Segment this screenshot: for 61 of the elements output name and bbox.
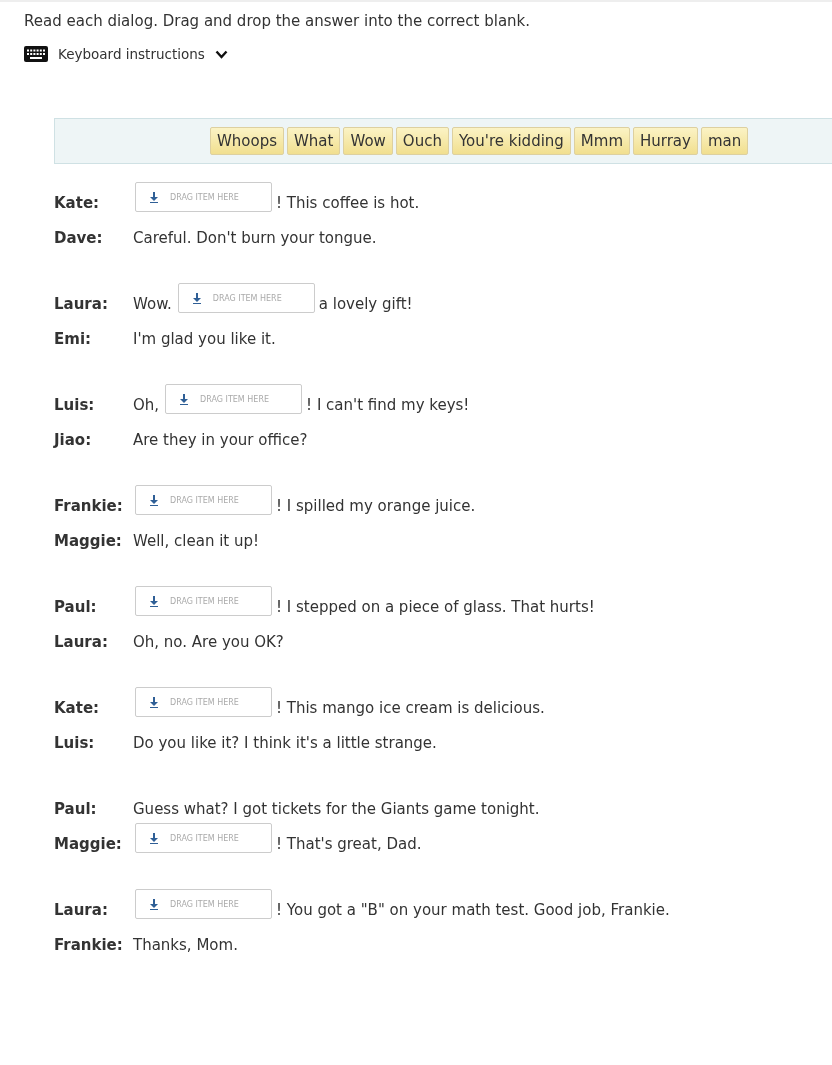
drop-zone-hint: DRAG ITEM HERE — [170, 833, 239, 843]
dialog-text: Oh, no. Are you OK? — [133, 632, 284, 653]
answer-chip[interactable]: man — [700, 127, 749, 155]
dialog-text: ! I can't find my keys! — [306, 395, 470, 416]
dialog-text: Thanks, Mom. — [133, 935, 238, 956]
dialog-text: Careful. Don't burn your tongue. — [133, 228, 377, 249]
dialog-text: Are they in your office? — [133, 430, 308, 451]
speaker-name: Kate: — [54, 698, 101, 719]
dialog-text: ! This mango ice cream is delicious. — [276, 698, 545, 719]
download-arrow-icon — [150, 898, 158, 910]
download-arrow-icon — [192, 292, 201, 304]
speaker-name: Frankie: — [54, 496, 124, 517]
dialog-text: ! I spilled my orange juice. — [276, 496, 476, 517]
answer-chip[interactable]: You're kidding — [451, 127, 571, 155]
speaker-name: Laura: — [54, 632, 109, 653]
dialog-text: ! You got a "B" on your math test. Good job, Frankie. — [276, 900, 670, 921]
dialog-text: ! I stepped on a piece of glass. That hurts! — [276, 597, 595, 618]
speaker-name: Luis: — [54, 395, 96, 416]
dialog-text: I'm glad you like it. — [133, 329, 276, 350]
answer-chip[interactable]: Hurray — [633, 127, 698, 155]
speaker-name: Maggie: — [54, 531, 123, 552]
speaker-name: Paul: — [54, 597, 98, 618]
speaker-name: Dave: — [54, 228, 104, 249]
dialog-text: Do you like it? I think it's a little strange. — [133, 733, 437, 754]
download-arrow-icon — [150, 595, 158, 607]
speaker-name: Laura: — [54, 900, 109, 921]
speaker-name: Jiao: — [54, 430, 93, 451]
drop-zone-hint: DRAG ITEM HERE — [170, 899, 239, 909]
keyboard-instructions-toggle[interactable]: Keyboard instructions — [24, 46, 228, 62]
drop-zone-hint: DRAG ITEM HERE — [170, 495, 239, 505]
dialog-text: Guess what? I got tickets for the Giants game tonight. — [133, 799, 540, 820]
answer-chip[interactable]: Mmm — [573, 127, 630, 155]
answer-chip[interactable]: What — [287, 127, 341, 155]
answer-chip[interactable]: Wow — [343, 127, 393, 155]
download-arrow-icon — [180, 393, 189, 405]
download-arrow-icon — [150, 494, 158, 506]
instructions-text: Read each dialog. Drag and drop the answer into the correct blank. — [24, 12, 532, 30]
dialog-text: ! That's great, Dad. — [276, 834, 422, 855]
speaker-name: Emi: — [54, 329, 93, 350]
dialog-text: Well, clean it up! — [133, 531, 260, 552]
drop-zone-hint: DRAG ITEM HERE — [200, 394, 269, 404]
drop-zone-hint: DRAG ITEM HERE — [170, 596, 239, 606]
dialog-text: Wow. — [133, 294, 172, 315]
dialog-text: a lovely gift! — [318, 294, 413, 315]
drop-zone-hint: DRAG ITEM HERE — [170, 697, 239, 707]
download-arrow-icon — [150, 696, 158, 708]
speaker-name: Kate: — [54, 193, 101, 214]
drop-zone-hint: DRAG ITEM HERE — [212, 293, 282, 303]
download-arrow-icon — [150, 832, 158, 844]
download-arrow-icon — [150, 191, 158, 203]
answer-chip[interactable]: Whoops — [210, 127, 285, 155]
speaker-name: Paul: — [54, 799, 98, 820]
dialog-text: Oh, — [133, 395, 160, 416]
dialog-text: ! This coffee is hot. — [276, 193, 420, 214]
speaker-name: Laura: — [54, 294, 109, 315]
answer-chip[interactable]: Ouch — [395, 127, 449, 155]
drop-zone-hint: DRAG ITEM HERE — [170, 192, 239, 202]
speaker-name: Maggie: — [54, 834, 123, 855]
keyboard-icon — [24, 46, 48, 62]
speaker-name: Frankie: — [54, 935, 124, 956]
speaker-name: Luis: — [54, 733, 96, 754]
